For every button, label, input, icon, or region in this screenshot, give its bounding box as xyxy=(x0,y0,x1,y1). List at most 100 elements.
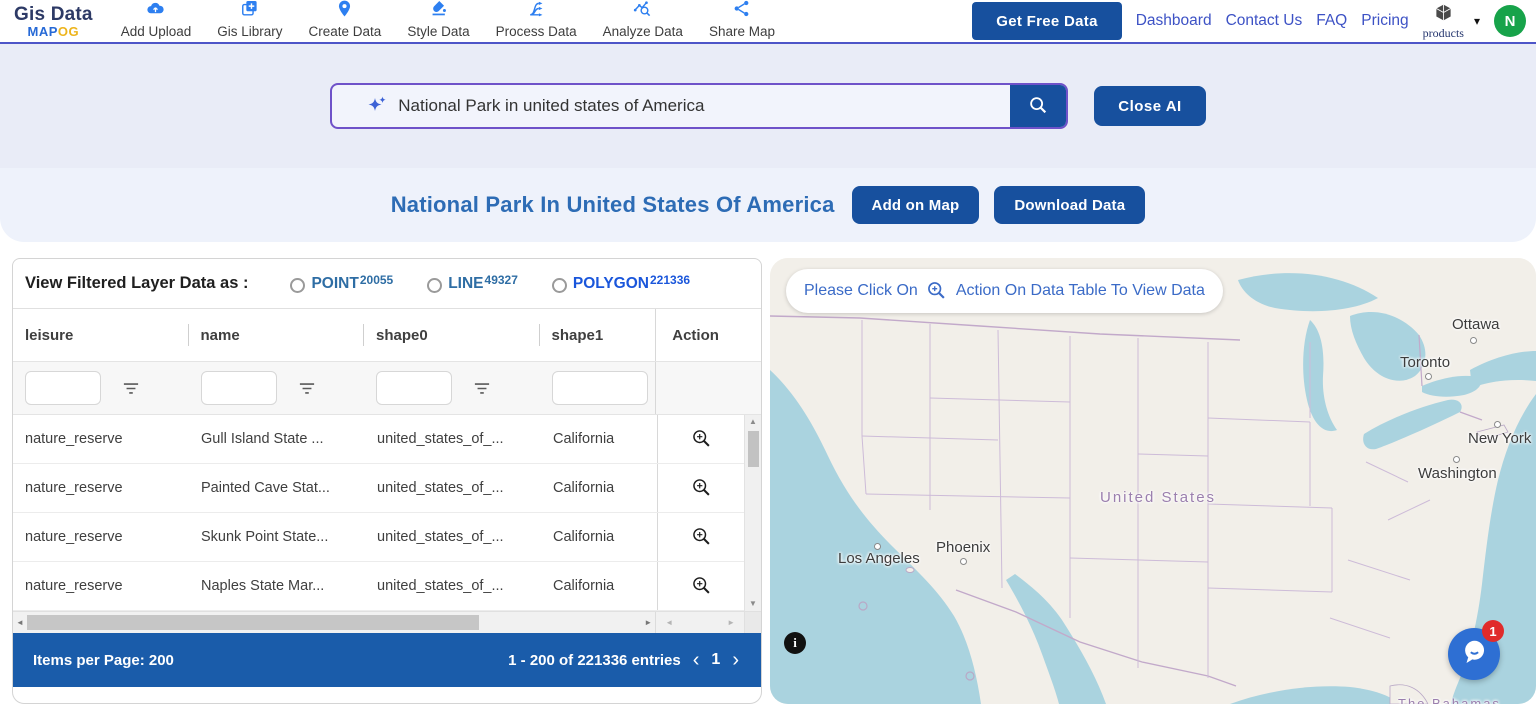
scroll-left-icon[interactable]: ◄ xyxy=(662,618,676,627)
nav-label: Gis Library xyxy=(217,24,283,39)
nav-link-faq[interactable]: FAQ xyxy=(1316,12,1347,30)
logo-text-mapog: MAPOG xyxy=(27,23,80,39)
column-header-leisure[interactable]: leisure xyxy=(13,309,189,361)
cell-name: Gull Island State ... xyxy=(201,431,324,447)
branch-arrows-icon xyxy=(527,0,546,23)
cell-leisure: nature_reserve xyxy=(25,578,123,594)
cell-shape1: California xyxy=(553,578,615,594)
table-header-row: leisure name shape0 shape1 Action xyxy=(13,309,761,361)
scroll-down-icon[interactable]: ▼ xyxy=(749,597,757,611)
user-avatar[interactable]: N xyxy=(1494,5,1526,37)
zoom-to-feature-button[interactable] xyxy=(691,428,713,450)
scroll-right-icon[interactable]: ► xyxy=(641,618,655,627)
cell-name: Skunk Point State... xyxy=(201,529,329,545)
scroll-left-icon[interactable]: ◄ xyxy=(13,618,27,627)
next-page-button[interactable]: › xyxy=(730,650,741,670)
scroll-right-icon[interactable]: ► xyxy=(724,618,738,627)
action-column-scrollbar[interactable]: ◄ ► xyxy=(655,612,744,633)
main-menu: Add Upload Gis Library Create Data Style… xyxy=(121,0,775,42)
search-input[interactable] xyxy=(398,96,1011,116)
chevron-down-icon[interactable]: ▾ xyxy=(1474,14,1480,28)
cube-icon xyxy=(1434,3,1453,26)
vertical-scrollbar[interactable]: ▲ ▼ xyxy=(744,415,761,611)
nav-item-add-upload[interactable]: Add Upload xyxy=(121,0,191,39)
zoom-to-feature-button[interactable] xyxy=(691,575,713,597)
vertical-scroll-thumb[interactable] xyxy=(747,431,759,467)
cell-shape1: California xyxy=(553,431,615,447)
cell-shape1: California xyxy=(553,529,615,545)
nav-link-pricing[interactable]: Pricing xyxy=(1361,12,1408,30)
nav-item-process-data[interactable]: Process Data xyxy=(496,0,577,39)
horizontal-scrollbar[interactable]: ◄ ► xyxy=(13,612,655,633)
map-panel[interactable]: Ottawa Toronto New York Washington Unite… xyxy=(770,258,1536,704)
result-header: National Park In United States Of Americ… xyxy=(0,168,1536,242)
radio-line[interactable]: LINE49327 xyxy=(427,272,518,293)
filter-icon[interactable] xyxy=(299,382,315,395)
cell-shape0: united_states_of_... xyxy=(377,431,504,447)
current-page-number[interactable]: 1 xyxy=(711,651,720,669)
filter-input-name[interactable] xyxy=(200,371,277,405)
prev-page-button[interactable]: ‹ xyxy=(691,650,702,670)
info-icon[interactable]: i xyxy=(784,632,806,654)
cell-leisure: nature_reserve xyxy=(25,431,123,447)
radio-polygon[interactable]: POLYGON221336 xyxy=(551,273,690,293)
map-label-los-angeles: Los Angeles xyxy=(838,550,920,567)
download-data-button[interactable]: Download Data xyxy=(994,186,1146,224)
scroll-up-icon[interactable]: ▲ xyxy=(749,415,757,429)
get-free-data-button[interactable]: Get Free Data xyxy=(972,2,1122,40)
map-label-new-york: New York xyxy=(1468,430,1532,447)
nav-item-create-data[interactable]: Create Data xyxy=(309,0,381,39)
nav-label: Analyze Data xyxy=(602,24,683,39)
city-marker-icon xyxy=(874,543,881,550)
radio-circle-icon xyxy=(551,277,567,293)
close-ai-button[interactable]: Close AI xyxy=(1094,86,1206,126)
column-header-shape1[interactable]: shape1 xyxy=(540,309,656,361)
nav-link-dashboard[interactable]: Dashboard xyxy=(1136,12,1212,30)
location-pin-icon xyxy=(335,0,354,23)
filter-action-spacer xyxy=(655,362,745,414)
nav-item-share-map[interactable]: Share Map xyxy=(709,0,775,39)
column-header-name[interactable]: name xyxy=(189,309,365,361)
line-count: 49327 xyxy=(484,272,518,287)
horizontal-scrollbar-row: ◄ ► ◄ ► xyxy=(13,611,761,633)
nav-item-analyze-data[interactable]: Analyze Data xyxy=(603,0,683,39)
share-icon xyxy=(732,0,751,23)
search-button[interactable] xyxy=(1010,85,1067,127)
chat-notification-badge: 1 xyxy=(1482,620,1504,642)
city-marker-icon xyxy=(1453,456,1460,463)
main-content: View Filtered Layer Data as : POINT20055… xyxy=(0,242,1536,704)
library-add-icon xyxy=(240,0,259,23)
scrollbar-corner xyxy=(744,612,761,633)
table-row[interactable]: nature_reserve Naples State Mar... unite… xyxy=(13,562,761,611)
table-row[interactable]: nature_reserve Gull Island State ... uni… xyxy=(13,415,761,464)
horizontal-scroll-thumb[interactable] xyxy=(27,615,479,630)
cell-shape0: united_states_of_... xyxy=(377,578,504,594)
hint-prefix: Please Click On xyxy=(804,282,918,299)
app-logo[interactable]: Gis Data MAPOG xyxy=(14,5,93,38)
nav-link-contact-us[interactable]: Contact Us xyxy=(1226,12,1303,30)
nav-item-style-data[interactable]: Style Data xyxy=(407,0,470,39)
table-row[interactable]: nature_reserve Skunk Point State... unit… xyxy=(13,513,761,562)
table-filter-row xyxy=(13,361,761,415)
products-menu[interactable]: products xyxy=(1423,3,1464,39)
filter-input-leisure[interactable] xyxy=(25,371,101,405)
radio-point[interactable]: POINT20055 xyxy=(290,273,393,293)
filter-input-shape0[interactable] xyxy=(376,371,453,405)
ai-search-box xyxy=(330,83,1069,129)
add-on-map-button[interactable]: Add on Map xyxy=(851,186,980,224)
cell-leisure: nature_reserve xyxy=(25,480,123,496)
filter-icon[interactable] xyxy=(474,382,490,395)
zoom-to-feature-button[interactable] xyxy=(691,477,713,499)
zoom-to-feature-button[interactable] xyxy=(691,526,713,548)
table-row[interactable]: nature_reserve Painted Cave Stat... unit… xyxy=(13,464,761,513)
map-label-bahamas: The Bahamas xyxy=(1398,696,1501,704)
filter-icon[interactable] xyxy=(123,382,139,395)
map-label-ottawa: Ottawa xyxy=(1452,316,1500,333)
filter-input-shape1[interactable] xyxy=(551,371,648,405)
nav-label: Process Data xyxy=(495,24,577,39)
nav-label: Style Data xyxy=(407,24,470,39)
cell-shape0: united_states_of_... xyxy=(377,529,504,545)
column-header-shape0[interactable]: shape0 xyxy=(364,309,540,361)
chat-bubble-icon xyxy=(1459,637,1489,672)
nav-item-gis-library[interactable]: Gis Library xyxy=(217,0,283,39)
